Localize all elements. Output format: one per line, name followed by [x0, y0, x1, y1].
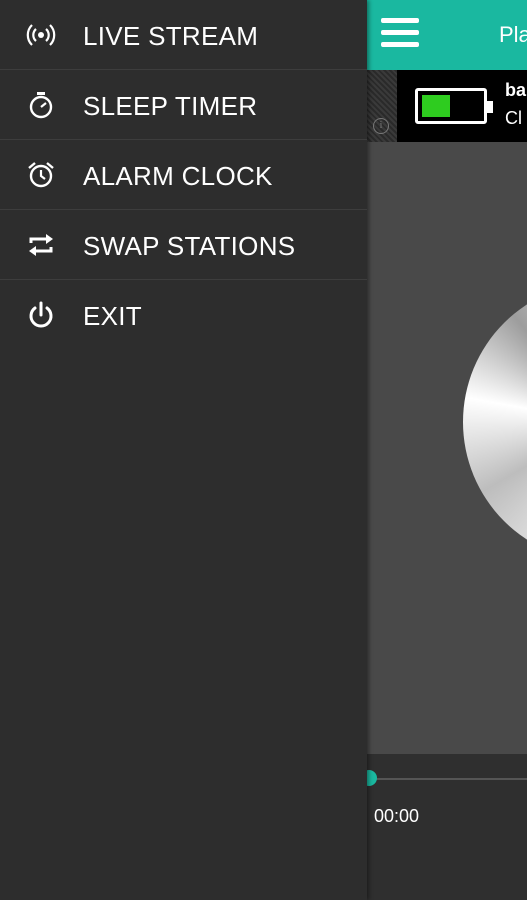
- stopwatch-icon: [29, 92, 53, 119]
- menu-item-swap-stations[interactable]: SWAP STATIONS: [0, 210, 367, 280]
- menu-item-label: EXIT: [83, 301, 142, 331]
- menu-item-label: LIVE STREAM: [83, 21, 259, 51]
- power-icon: [29, 301, 53, 328]
- menu-item-label: SWAP STATIONS: [83, 231, 296, 261]
- menu-item-label: SLEEP TIMER: [83, 91, 258, 121]
- navigation-drawer: LIVE STREAM SLEEP TIMER ALARM CLOCK SWAP…: [0, 0, 367, 900]
- alarm-clock-icon: [28, 162, 54, 188]
- broadcast-icon: [26, 24, 56, 46]
- disc-artwork: [463, 282, 527, 562]
- app-header: Pla: [367, 0, 527, 70]
- info-icon[interactable]: i: [373, 118, 389, 134]
- ad-title: ba: [505, 80, 527, 100]
- menu-item-alarm-clock[interactable]: ALARM CLOCK: [0, 140, 367, 210]
- menu-item-live-stream[interactable]: LIVE STREAM: [0, 0, 367, 70]
- menu-icon[interactable]: [381, 18, 419, 50]
- menu-item-label: ALARM CLOCK: [83, 161, 273, 191]
- menu-item-sleep-timer[interactable]: SLEEP TIMER: [0, 70, 367, 140]
- menu-item-exit[interactable]: EXIT: [0, 280, 367, 349]
- elapsed-time: 00:00: [374, 806, 420, 826]
- seek-bar[interactable]: [367, 778, 527, 780]
- ad-subtitle: Cl: [505, 108, 522, 128]
- ad-banner[interactable]: i ba Cl: [367, 70, 527, 142]
- swap-icon: [29, 234, 53, 256]
- player-bar: 00:00: [361, 754, 527, 900]
- artwork-area: [367, 142, 527, 754]
- battery-icon: [415, 88, 493, 124]
- app-title: Pla: [499, 22, 527, 47]
